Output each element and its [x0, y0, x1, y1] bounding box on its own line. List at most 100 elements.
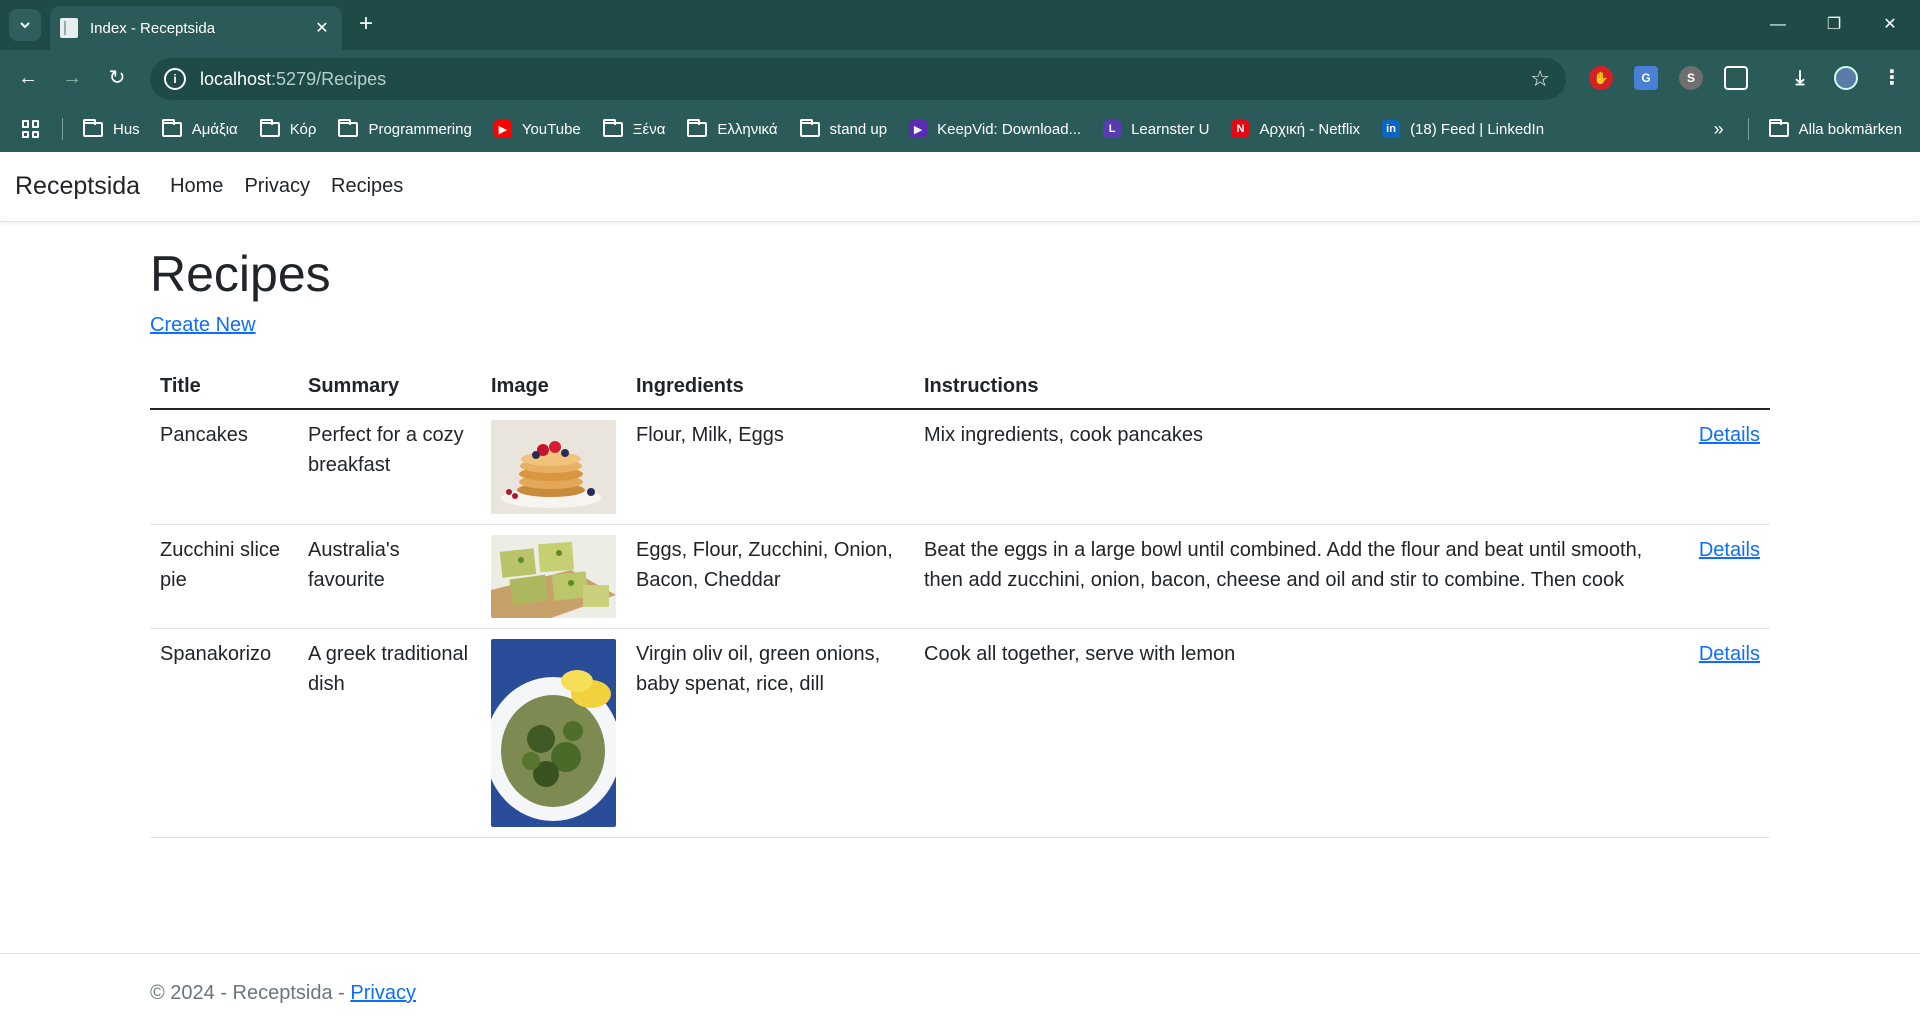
details-link[interactable]: Details: [1699, 424, 1760, 446]
extensions-puzzle-icon[interactable]: [1724, 66, 1748, 90]
reload-button[interactable]: ↻: [103, 64, 131, 92]
table-row: Zucchini slice pie Australia's favourite: [150, 524, 1770, 629]
folder-icon: [687, 118, 708, 137]
download-icon[interactable]: ⤓: [1788, 66, 1812, 90]
close-tab-icon[interactable]: ✕: [312, 18, 332, 38]
recipe-summary: Perfect for a cozy breakfast: [298, 409, 481, 525]
nav-link-home[interactable]: Home: [170, 175, 223, 198]
recipe-actions: Details: [1680, 409, 1770, 525]
google-translate-extension-icon[interactable]: G: [1634, 66, 1658, 90]
details-link[interactable]: Details: [1699, 643, 1760, 665]
bookmark-label: Κόρ: [289, 120, 317, 138]
bookmark-item[interactable]: Κόρ: [259, 118, 317, 138]
bookmark-item[interactable]: in (18) Feed | LinkedIn: [1382, 120, 1544, 138]
details-link[interactable]: Details: [1699, 539, 1760, 561]
more-menu-icon[interactable]: ⋮: [1880, 66, 1904, 90]
restore-window-button[interactable]: ❐: [1814, 10, 1854, 40]
recipe-instructions: Beat the eggs in a large bowl until comb…: [914, 524, 1680, 629]
recipe-title: Pancakes: [150, 409, 298, 525]
bookmark-item[interactable]: Hus: [83, 118, 140, 138]
bookmarks-separator-right: [1747, 118, 1749, 140]
column-header-summary: Summary: [298, 365, 481, 410]
profile-avatar-icon[interactable]: [1834, 66, 1858, 90]
recipe-image-cell: [481, 409, 626, 525]
column-header-image: Image: [481, 365, 626, 410]
forward-button[interactable]: →: [58, 64, 86, 92]
folder-icon: [259, 118, 280, 137]
bookmark-label: Hus: [113, 120, 140, 138]
url-text[interactable]: localhost:5279/Recipes: [200, 69, 1530, 90]
bookmark-item[interactable]: stand up: [799, 118, 888, 138]
minimize-window-button[interactable]: —: [1758, 10, 1798, 40]
tab-search-button[interactable]: [9, 9, 41, 41]
recipe-title: Spanakorizo: [150, 628, 298, 838]
browser-tab-bar: Index - Receptsida ✕ + — ❐ ✕: [0, 0, 1920, 50]
footer-privacy-link[interactable]: Privacy: [350, 982, 416, 1004]
bookmark-label: stand up: [829, 120, 888, 138]
recipe-ingredients: Virgin oliv oil, green onions, baby spen…: [626, 628, 914, 838]
adblock-extension-icon[interactable]: ✋: [1589, 66, 1613, 90]
folder-icon: [602, 118, 623, 137]
s-extension-icon[interactable]: S: [1679, 66, 1703, 90]
recipe-title: Zucchini slice pie: [150, 524, 298, 629]
back-button[interactable]: ←: [14, 64, 42, 92]
bookmark-item[interactable]: ▶ KeepVid: Download...: [909, 120, 1081, 138]
nav-link-recipes[interactable]: Recipes: [331, 175, 403, 198]
site-footer: © 2024 - Receptsida - Privacy: [0, 953, 1920, 1030]
table-header-row: Title Summary Image Ingredients Instruct…: [150, 365, 1770, 410]
page-title: Recipes: [150, 246, 331, 302]
bookmark-label: Αμάξια: [191, 120, 238, 138]
footer-text: © 2024 - Receptsida - Privacy: [150, 982, 416, 1005]
bookmark-label: KeepVid: Download...: [937, 120, 1082, 138]
site-info-icon[interactable]: i: [164, 68, 186, 90]
bookmark-item[interactable]: N Αρχική - Netflix: [1231, 120, 1360, 138]
recipe-image-cell: [481, 628, 626, 838]
bookmark-list: Hus Αμάξια Κόρ Programmering ▶ YouTube Ξένα Ελλ…: [83, 118, 1566, 138]
create-new-link[interactable]: Create New: [150, 314, 256, 337]
recipe-actions: Details: [1680, 628, 1770, 838]
netflix-icon: N: [1231, 120, 1250, 138]
bookmark-item[interactable]: L Learnster U: [1103, 120, 1209, 138]
browser-tab-active[interactable]: Index - Receptsida ✕: [50, 6, 342, 50]
recipe-instructions: Mix ingredients, cook pancakes: [914, 409, 1680, 525]
bookmark-item[interactable]: ▶ YouTube: [493, 120, 581, 138]
recipe-instructions: Cook all together, serve with lemon: [914, 628, 1680, 838]
recipe-actions: Details: [1680, 524, 1770, 629]
column-header-actions: [1680, 365, 1770, 410]
recipe-ingredients: Eggs, Flour, Zucchini, Onion, Bacon, Che…: [626, 524, 914, 629]
column-header-ingredients: Ingredients: [626, 365, 914, 410]
bookmark-item[interactable]: Ξένα: [602, 118, 666, 138]
folder-icon: [161, 118, 182, 137]
bookmark-label: Ξένα: [632, 120, 666, 138]
bookmark-label: Ελληνικά: [717, 120, 778, 138]
more-bookmarks-chevron-icon[interactable]: »: [1714, 119, 1724, 140]
site-navbar: Receptsida Home Privacy Recipes: [0, 152, 1920, 222]
main-content: Recipes Create New Title Summary Image I…: [150, 222, 1770, 838]
new-tab-button[interactable]: +: [353, 12, 379, 38]
folder-icon: [799, 118, 820, 137]
apps-grid-icon[interactable]: [22, 120, 40, 138]
bookmark-item[interactable]: Ελληνικά: [687, 118, 778, 138]
all-bookmarks-folder[interactable]: Alla bokmärken: [1768, 118, 1902, 138]
close-window-button[interactable]: ✕: [1870, 10, 1910, 40]
bookmark-label: Αρχική - Netflix: [1259, 120, 1361, 138]
bookmark-star-icon[interactable]: ☆: [1530, 66, 1550, 92]
bookmark-label: Programmering: [368, 120, 472, 138]
page-favicon-icon: [60, 18, 78, 38]
all-bookmarks-label: Alla bokmärken: [1798, 120, 1902, 138]
pancakes-image: [491, 420, 616, 514]
site-brand-link[interactable]: Receptsida: [15, 172, 140, 201]
nav-link-privacy[interactable]: Privacy: [244, 175, 310, 198]
column-header-instructions: Instructions: [914, 365, 1680, 410]
spanakorizo-image: [491, 639, 616, 827]
tab-title: Index - Receptsida: [90, 19, 216, 37]
keepvid-icon: ▶: [909, 120, 928, 138]
bookmark-item[interactable]: Programmering: [338, 118, 472, 138]
bookmark-item[interactable]: Αμάξια: [161, 118, 238, 138]
recipe-image-cell: [481, 524, 626, 629]
bookmark-label: YouTube: [521, 120, 581, 138]
zucchini-slice-image: [491, 535, 616, 618]
folder-icon: [83, 118, 103, 137]
folder-icon: [338, 118, 359, 137]
address-bar[interactable]: i localhost:5279/Recipes ☆: [150, 58, 1566, 100]
